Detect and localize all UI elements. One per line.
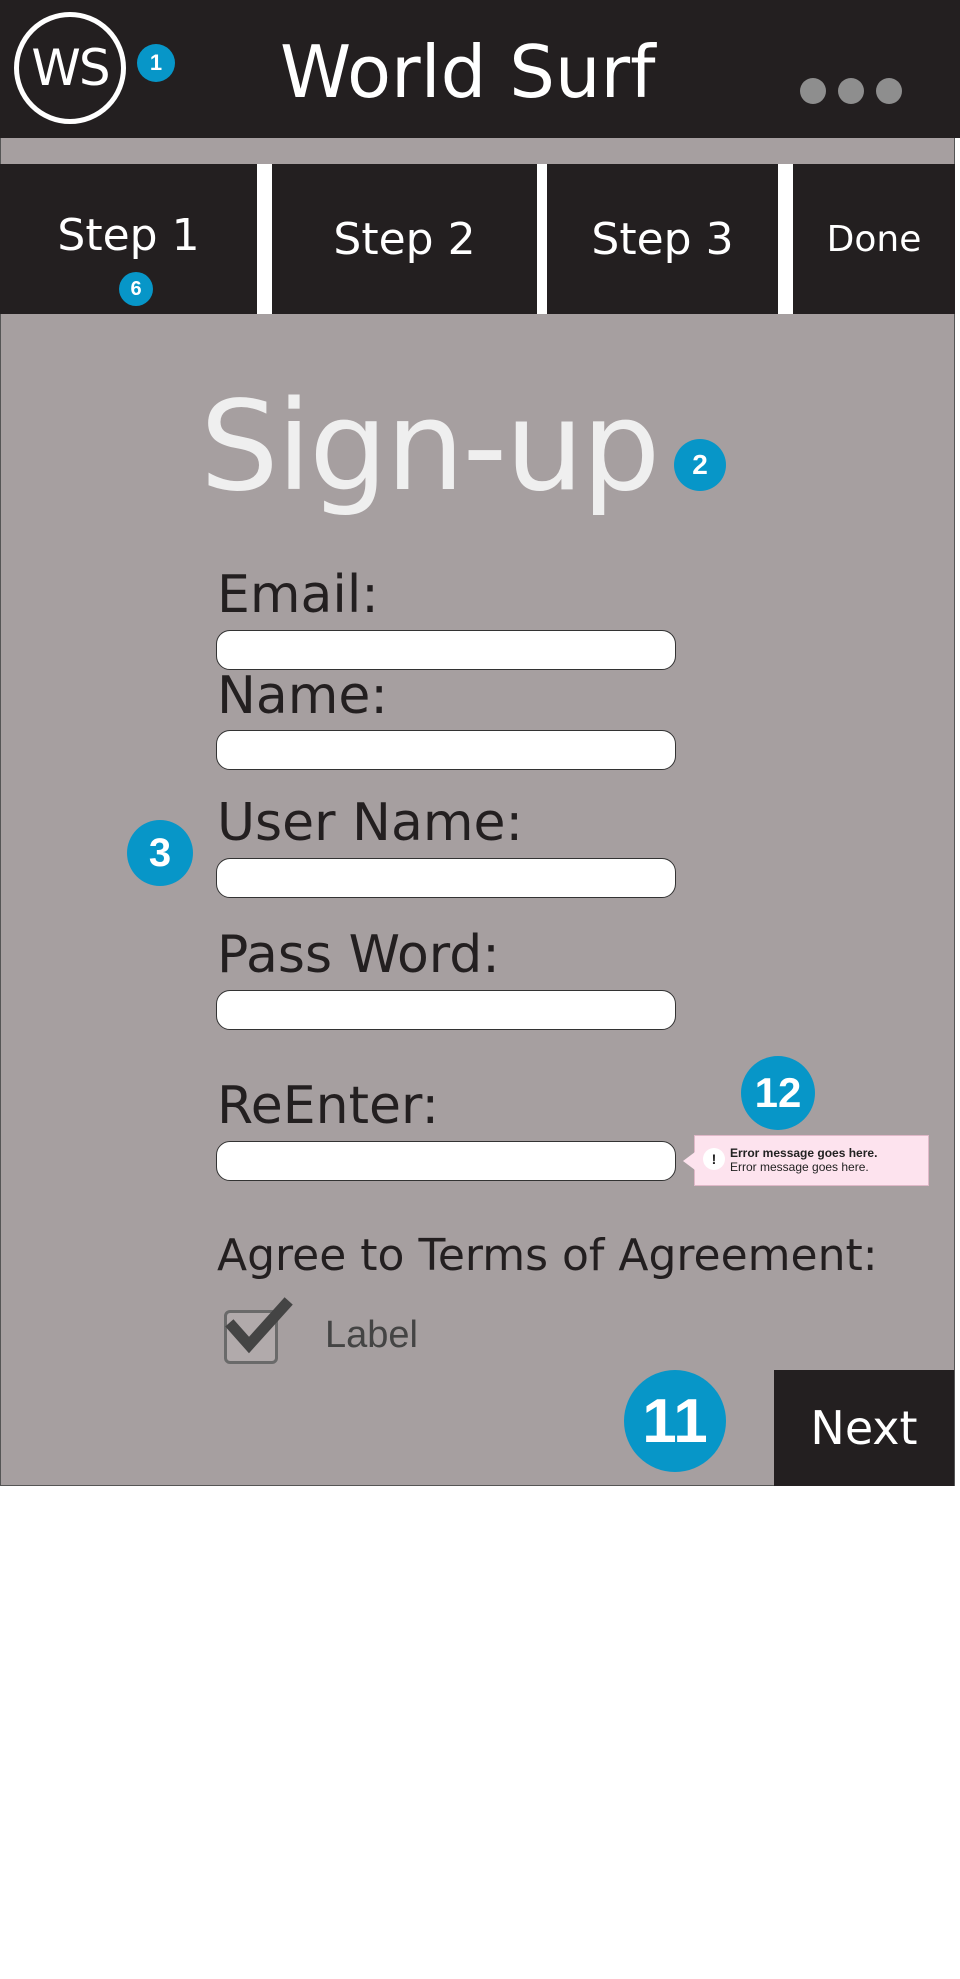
annotation-badge-3: 3	[127, 820, 193, 886]
tab-label: Step 2	[333, 213, 476, 265]
error-tooltip: ! Error message goes here. Error message…	[683, 1135, 929, 1186]
page-title: Sign-up	[200, 375, 661, 519]
app-title: World Surf	[280, 30, 656, 114]
annotation-badge-2: 2	[674, 439, 726, 491]
error-message: Error message goes here.	[730, 1160, 869, 1174]
annotation-badge-11: 11	[624, 1370, 726, 1472]
error-title: Error message goes here.	[730, 1146, 878, 1160]
email-label: Email:	[217, 565, 379, 625]
tab-label: Step 3	[591, 213, 734, 265]
reenter-label: ReEnter:	[217, 1076, 439, 1136]
reenter-password-field[interactable]	[216, 1141, 676, 1181]
checkmark-icon	[225, 1297, 293, 1354]
top-bar: WS 1 World Surf	[0, 0, 960, 138]
name-field[interactable]	[216, 730, 676, 770]
tab-step-3[interactable]: Step 3	[547, 164, 778, 314]
dot	[876, 78, 902, 104]
password-field[interactable]	[216, 990, 676, 1030]
password-label: Pass Word:	[217, 925, 500, 985]
annotation-badge-6: 6	[119, 272, 153, 306]
tab-done[interactable]: Done	[793, 164, 955, 314]
more-dots-icon[interactable]	[800, 78, 902, 104]
email-field[interactable]	[216, 630, 676, 670]
terms-label: Agree to Terms of Agreement:	[217, 1230, 878, 1281]
dot	[838, 78, 864, 104]
terms-checkbox[interactable]	[224, 1297, 293, 1364]
dot	[800, 78, 826, 104]
tab-label: Step 1	[57, 209, 200, 261]
tab-step-2[interactable]: Step 2	[272, 164, 537, 314]
username-field[interactable]	[216, 858, 676, 898]
logo[interactable]: WS	[14, 12, 126, 124]
annotation-badge-1: 1	[137, 44, 175, 82]
next-button[interactable]: Next	[774, 1370, 954, 1486]
username-label: User Name:	[217, 793, 523, 853]
checkbox-label: Label	[325, 1314, 418, 1356]
name-label: Name:	[217, 666, 388, 726]
tab-label: Done	[826, 218, 922, 260]
warning-icon: !	[703, 1148, 725, 1170]
annotation-badge-12: 12	[741, 1056, 815, 1130]
